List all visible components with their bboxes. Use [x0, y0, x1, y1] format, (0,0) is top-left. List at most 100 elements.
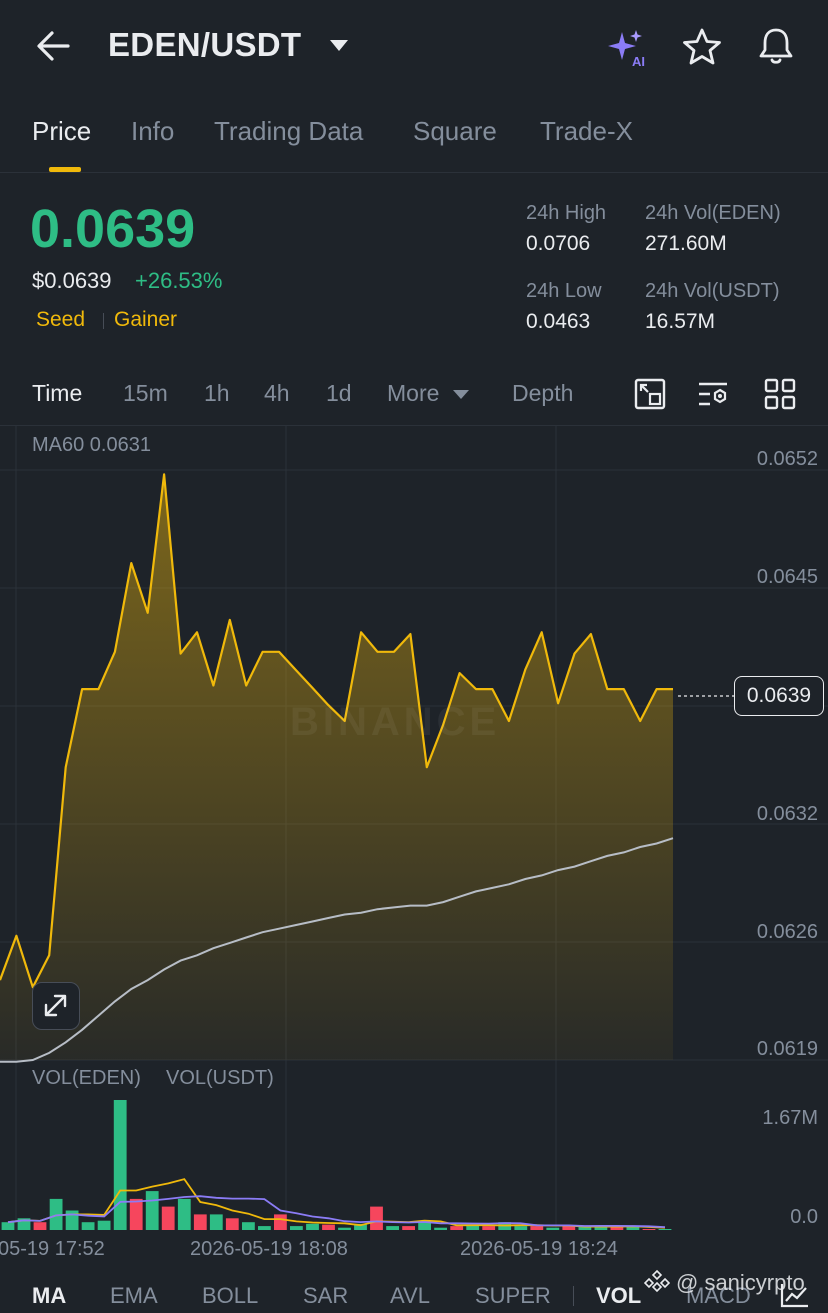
volume-bar: [274, 1214, 287, 1230]
volume-bar: [482, 1226, 496, 1230]
caret-down-icon[interactable]: [330, 40, 348, 51]
indicator-sar[interactable]: SAR: [303, 1283, 348, 1309]
tab-divider: [0, 172, 828, 173]
volume-bar: [161, 1206, 175, 1230]
bell-icon: [759, 28, 793, 64]
tab-price[interactable]: Price: [32, 116, 91, 147]
volume-bar: [290, 1226, 303, 1230]
y-tick: 0.0652: [756, 448, 818, 470]
volume-bars: [1, 1100, 672, 1230]
low-value: 0.0463: [526, 310, 591, 333]
vol-base-label: 24h Vol(EDEN): [645, 202, 781, 224]
volume-bar: [193, 1214, 207, 1230]
volume-bar: [33, 1222, 47, 1230]
change-percent: +26.53%: [135, 268, 223, 293]
current-price-tag: 0.0639: [734, 676, 824, 716]
indicator-separator: [573, 1286, 574, 1306]
price-area: [0, 474, 673, 1060]
volume-bar: [546, 1227, 560, 1230]
indicator-ma[interactable]: MA: [32, 1283, 66, 1309]
indicator-vol[interactable]: VOL: [596, 1283, 641, 1309]
back-button[interactable]: [30, 26, 76, 66]
ai-button[interactable]: AI: [604, 26, 652, 70]
tag-seed[interactable]: Seed: [36, 308, 85, 332]
chart-settings-icon[interactable]: [696, 376, 732, 412]
volume-bar: [658, 1229, 672, 1230]
indicator-avl[interactable]: AVL: [390, 1283, 430, 1309]
vol-quote-value: 16.57M: [645, 310, 716, 333]
interval-1h[interactable]: 1h: [204, 380, 230, 407]
expand-icon: [44, 994, 67, 1017]
ai-sparkle-icon: AI: [608, 30, 645, 69]
y-tick: 0.0632: [756, 803, 818, 825]
volume-bar: [258, 1226, 271, 1230]
low-label: 24h Low: [526, 280, 602, 302]
x-tick: 05-19 17:52: [0, 1238, 105, 1260]
y-tick: 0.0626: [756, 921, 818, 943]
vol-y-tick: 0.0: [790, 1206, 818, 1228]
expand-chart-button[interactable]: [32, 982, 80, 1030]
picture-in-picture-icon[interactable]: [632, 376, 668, 412]
volume-bar: [402, 1226, 415, 1230]
volume-bar: [306, 1223, 319, 1230]
pair-title[interactable]: EDEN/USDT: [108, 26, 301, 64]
volume-bar: [338, 1227, 351, 1230]
vol-usdt-label: VOL(USDT): [166, 1067, 274, 1089]
volume-bar: [145, 1191, 159, 1230]
alert-button[interactable]: [754, 24, 798, 68]
high-value: 0.0706: [526, 232, 591, 255]
line-chart-icon[interactable]: [780, 1282, 810, 1308]
indicator-super[interactable]: SUPER: [475, 1283, 551, 1309]
interval-4h[interactable]: 4h: [264, 380, 290, 407]
price-chart[interactable]: [0, 426, 828, 1308]
tag-gainer[interactable]: Gainer: [114, 308, 177, 332]
volume-bar: [225, 1218, 239, 1230]
y-tick: 0.0619: [756, 1038, 818, 1060]
more-caret-icon: [453, 390, 469, 399]
binance-logo-icon: [643, 1268, 671, 1294]
x-tick: 2026-05-19 18:24: [460, 1238, 618, 1260]
tab-trading-data[interactable]: Trading Data: [214, 116, 363, 147]
volume-bar: [434, 1227, 447, 1230]
volume-bar: [370, 1206, 383, 1230]
tab-square[interactable]: Square: [413, 116, 497, 147]
vol-quote-label: 24h Vol(USDT): [645, 280, 780, 302]
high-label: 24h High: [526, 202, 607, 224]
interval-15m[interactable]: 15m: [123, 380, 168, 407]
volume-bar: [97, 1220, 111, 1230]
volume-bar: [322, 1224, 335, 1230]
usd-price: $0.0639: [32, 268, 112, 293]
depth-button[interactable]: Depth: [512, 380, 573, 407]
volume-bar: [65, 1210, 79, 1230]
volume-bar: [209, 1214, 223, 1230]
volume-bar: [81, 1222, 95, 1230]
volume-bar: [642, 1229, 656, 1230]
volume-bar: [1, 1222, 15, 1230]
volume-bar: [530, 1226, 544, 1230]
favorite-button[interactable]: [680, 26, 724, 68]
x-tick: 2026-05-19 18:08: [190, 1238, 348, 1260]
indicator-ema[interactable]: EMA: [110, 1283, 158, 1309]
vol-eden-label: VOL(EDEN): [32, 1067, 141, 1089]
tab-trade-x[interactable]: Trade-X: [540, 116, 633, 147]
volume-bar: [514, 1226, 528, 1230]
grid-layout-icon[interactable]: [762, 376, 798, 412]
y-tick: 0.0645: [756, 566, 818, 588]
interval-1d[interactable]: 1d: [326, 380, 352, 407]
last-price: 0.0639: [30, 199, 196, 259]
volume-bar: [113, 1100, 127, 1230]
interval-time[interactable]: Time: [32, 380, 82, 407]
vol-base-value: 271.60M: [645, 232, 727, 255]
binance-watermark: BINANCE: [290, 700, 501, 744]
volume-bar: [386, 1226, 399, 1230]
vol-y-tick: 1.67M: [762, 1107, 818, 1129]
volume-bar: [242, 1222, 255, 1230]
volume-bar: [129, 1198, 143, 1230]
indicator-boll[interactable]: BOLL: [202, 1283, 258, 1309]
ma60-label: MA60 0.0631: [32, 434, 151, 456]
star-icon: [683, 28, 721, 65]
volume-bar: [450, 1226, 464, 1230]
interval-more[interactable]: More: [387, 380, 439, 407]
svg-text:AI: AI: [632, 54, 645, 69]
tab-info[interactable]: Info: [131, 116, 174, 147]
